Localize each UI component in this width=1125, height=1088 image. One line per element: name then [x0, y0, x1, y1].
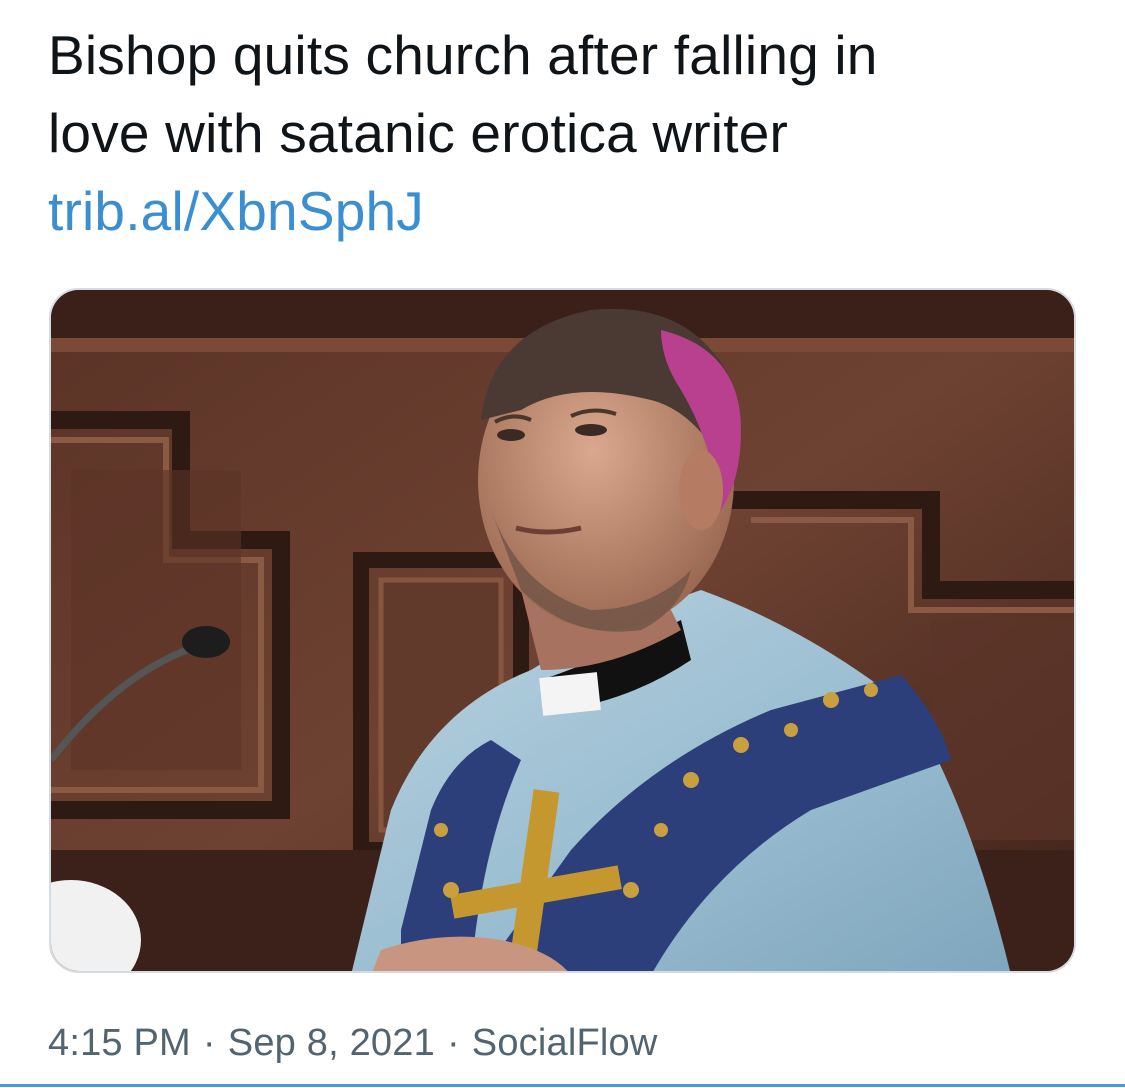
tweet-source[interactable]: SocialFlow [472, 1022, 658, 1064]
tweet-text-line-1: Bishop quits church after falling in [48, 24, 878, 86]
tweet-date[interactable]: Sep 8, 2021 [228, 1022, 435, 1064]
tweet: Bishop quits church after falling in lov… [0, 0, 1125, 1088]
tweet-text-line-2: love with satanic erotica writer [48, 102, 789, 164]
meta-separator-1: · [202, 1022, 216, 1064]
tweet-photo[interactable] [49, 288, 1076, 973]
tweet-time[interactable]: 4:15 PM [48, 1022, 191, 1064]
bottom-divider [0, 1084, 1125, 1087]
tweet-metadata: 4:15 PM · Sep 8, 2021 · SocialFlow [48, 1022, 658, 1065]
tweet-text: Bishop quits church after falling in lov… [48, 16, 1088, 250]
photo-image [51, 290, 1074, 971]
article-link[interactable]: trib.al/XbnSphJ [48, 172, 1088, 250]
meta-separator-2: · [446, 1022, 460, 1064]
